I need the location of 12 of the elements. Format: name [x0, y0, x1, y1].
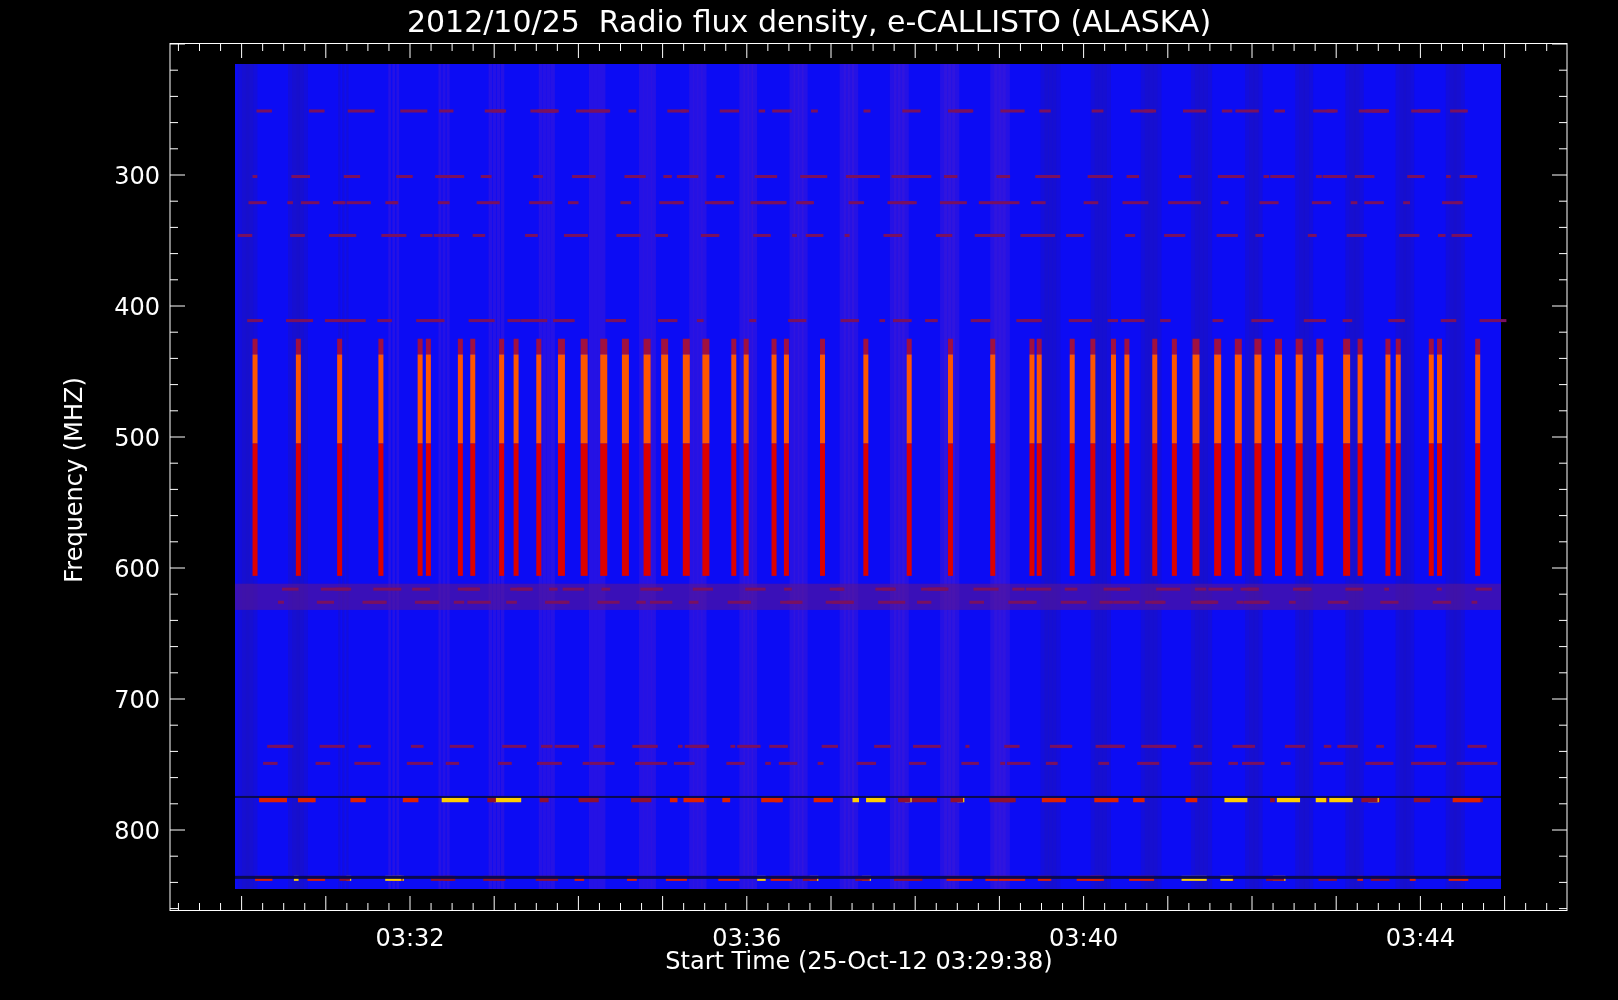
axis-tick-label: 03:40 [1049, 924, 1119, 952]
axis-tick-label: 500 [114, 424, 160, 452]
axis-tick-label: 600 [114, 555, 160, 583]
axis-tick-label: 400 [114, 293, 160, 321]
axis-label: Start Time (25-Oct-12 03:29:38) [665, 949, 1053, 973]
axis-label: Frequency (MHZ) [60, 377, 88, 583]
axis-tick-label: 300 [114, 162, 160, 190]
axis-tick-label: 03:32 [375, 924, 445, 952]
axis-tick-label: 700 [114, 686, 160, 714]
axis-tick-label: 800 [114, 817, 160, 845]
chart-title: 2012/10/25 Radio flux density, e-CALLISTO (ALASKA) [406, 6, 1212, 37]
axis-tick-label: 03:44 [1385, 924, 1455, 952]
